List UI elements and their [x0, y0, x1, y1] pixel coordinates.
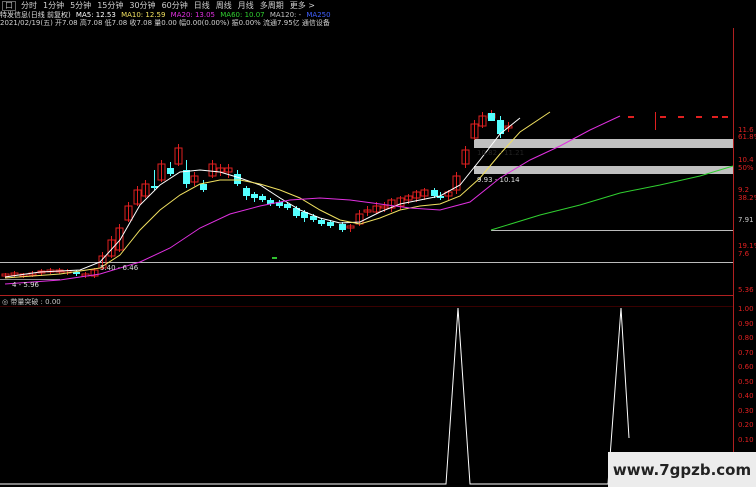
- period-tab[interactable]: 日线: [191, 0, 213, 11]
- candle-body-down: [167, 168, 174, 174]
- candle-body-down: [183, 170, 190, 184]
- box-bottom-label: 5.40 - 6.46: [100, 264, 139, 272]
- price-axis-label: 50%: [738, 164, 754, 172]
- candle-body-down: [200, 184, 207, 190]
- indicator-axis-label: 0.90: [738, 319, 754, 328]
- period-toolbar: 口分时 1分钟 5分钟 15分钟 30分钟 60分钟 日线 周线 月线 多周期 更多 >: [0, 0, 756, 11]
- period-tab[interactable]: 60分钟: [159, 0, 191, 11]
- ma250-value: MA250: [306, 11, 331, 19]
- indicator-axis-label: 0.10: [738, 435, 754, 444]
- period-tab[interactable]: 1分钟: [40, 0, 67, 11]
- candle-body-down: [318, 220, 325, 224]
- period-tab[interactable]: 周线: [213, 0, 235, 11]
- candle-body-down: [488, 113, 495, 121]
- price-axis-label: 7.91: [738, 216, 754, 224]
- ma10-line: [4, 111, 551, 279]
- price-axis-label: 9.2: [738, 186, 750, 194]
- dash-mark: [696, 116, 702, 118]
- price-axis-label: 19.1%: [738, 242, 756, 250]
- ma120-value: MA120: -: [269, 11, 302, 19]
- candle-body-down: [339, 224, 346, 230]
- dash-mark: [712, 116, 718, 118]
- ohlc-text: 2021/02/19(五) 开7.08 高7.08 低7.08 收7.08 量0…: [0, 19, 330, 27]
- price-axis-label: 7.6: [738, 250, 750, 258]
- dash-mark: [660, 116, 666, 118]
- ma5-value: MA5: 12.53: [75, 11, 116, 19]
- period-tab[interactable]: 5分钟: [67, 0, 94, 11]
- low-mark-label: 4 - 5.96: [12, 281, 40, 289]
- ohlc-info-line: 2021/02/19(五) 开7.08 高7.08 低7.08 收7.08 量0…: [0, 19, 333, 28]
- ma60-line: [490, 165, 734, 231]
- candle-body-down: [284, 204, 291, 208]
- indicator-axis-label: 0.30: [738, 406, 754, 415]
- candle-body-down: [234, 174, 241, 184]
- period-tab[interactable]: 15分钟: [94, 0, 126, 11]
- indicator-axis-label: 0.70: [738, 348, 754, 357]
- candle-body-down: [259, 196, 266, 200]
- indicator-axis-label: 0.20: [738, 421, 754, 429]
- dash-mark: [722, 116, 728, 118]
- indicator-label: ◎ 带量突破 : 0.00: [2, 298, 61, 306]
- kline-chart[interactable]: [0, 0, 756, 487]
- indicator-signal-line: [0, 307, 630, 485]
- price-axis-label: 61.8%: [738, 133, 756, 141]
- dash-mark: [628, 116, 634, 118]
- period-tab[interactable]: 更多 >: [287, 0, 318, 11]
- watermark-text: www.7gpzb.com: [612, 460, 752, 479]
- indicator-axis-label: 0.80: [738, 334, 754, 342]
- ma10-value: MA10: 12.59: [121, 11, 166, 19]
- period-tab[interactable]: 多周期: [257, 0, 287, 11]
- price-axis-label: 5.36: [738, 286, 754, 294]
- candle-body-down: [431, 190, 438, 196]
- price-axis-label: 38.2%: [738, 194, 756, 202]
- price-axis-label: 10.4: [738, 156, 754, 164]
- menu-icon[interactable]: 口: [2, 0, 16, 11]
- watermark: www.7gpzb.com: [608, 452, 756, 487]
- indicator-axis-label: 0.40: [738, 392, 754, 400]
- candle-body-down: [251, 194, 258, 198]
- dash-mark: [272, 257, 277, 259]
- box-lower-label: 9.93 - 10.14: [477, 176, 520, 184]
- period-tab[interactable]: 分时: [18, 0, 40, 11]
- stock-name: 特发信息(日线 前复权): [0, 11, 71, 19]
- candle-body-down: [327, 222, 334, 226]
- box-upper-label: 10.82 - 11.21: [477, 149, 525, 157]
- indicator-axis-label: 1.00: [738, 305, 754, 313]
- ma20-value: MA20: 13.05: [170, 11, 216, 19]
- ma60-value: MA60: 10.07: [220, 11, 265, 19]
- period-tab[interactable]: 30分钟: [126, 0, 158, 11]
- indicator-axis-label: 0.50: [738, 377, 754, 386]
- indicator-axis-label: 0.60: [738, 363, 754, 371]
- period-tab[interactable]: 月线: [235, 0, 257, 11]
- dash-mark: [678, 116, 684, 118]
- candle-body-down: [243, 188, 250, 196]
